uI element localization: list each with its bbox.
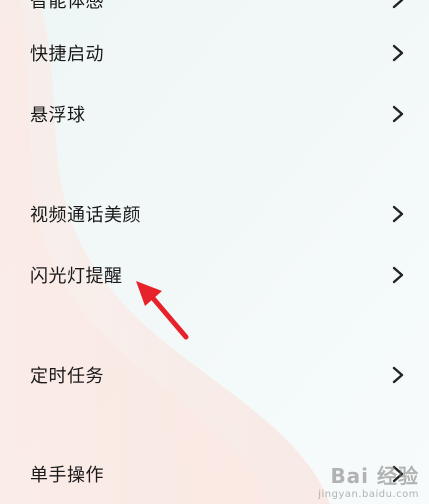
menu-item-quick-launch[interactable]: 快捷启动: [0, 25, 429, 81]
menu-item-label: 定时任务: [30, 366, 104, 387]
menu-item-smart-motion[interactable]: 智能体感: [0, 0, 429, 28]
chevron-right-icon: [392, 366, 404, 384]
chevron-right-icon: [392, 105, 404, 123]
menu-item-label: 视频通话美颜: [30, 205, 141, 226]
watermark: Bai 经验 jingyan.baidu.com: [318, 460, 419, 500]
watermark-text: Bai 经验: [330, 464, 419, 488]
menu-item-video-call-beauty[interactable]: 视频通话美颜: [0, 186, 429, 242]
watermark-url: jingyan.baidu.com: [318, 489, 419, 500]
menu-item-scheduled-tasks[interactable]: 定时任务: [0, 347, 429, 403]
settings-list: 智能体感 快捷启动 悬浮球 视频通话美颜 闪光灯提醒 定时任务 单手操作: [0, 0, 429, 504]
menu-item-label: 悬浮球: [30, 105, 86, 126]
menu-item-label: 智能体感: [30, 0, 104, 12]
chevron-right-icon: [392, 0, 404, 9]
menu-item-floating-ball[interactable]: 悬浮球: [0, 86, 429, 142]
chevron-right-icon: [392, 44, 404, 62]
chevron-right-icon: [392, 205, 404, 223]
menu-item-label: 单手操作: [30, 465, 104, 486]
menu-item-flash-alert[interactable]: 闪光灯提醒: [0, 247, 429, 303]
chevron-right-icon: [392, 266, 404, 284]
menu-item-label: 快捷启动: [30, 44, 104, 65]
red-arrow-icon: [136, 281, 189, 340]
menu-item-label: 闪光灯提醒: [30, 266, 123, 287]
